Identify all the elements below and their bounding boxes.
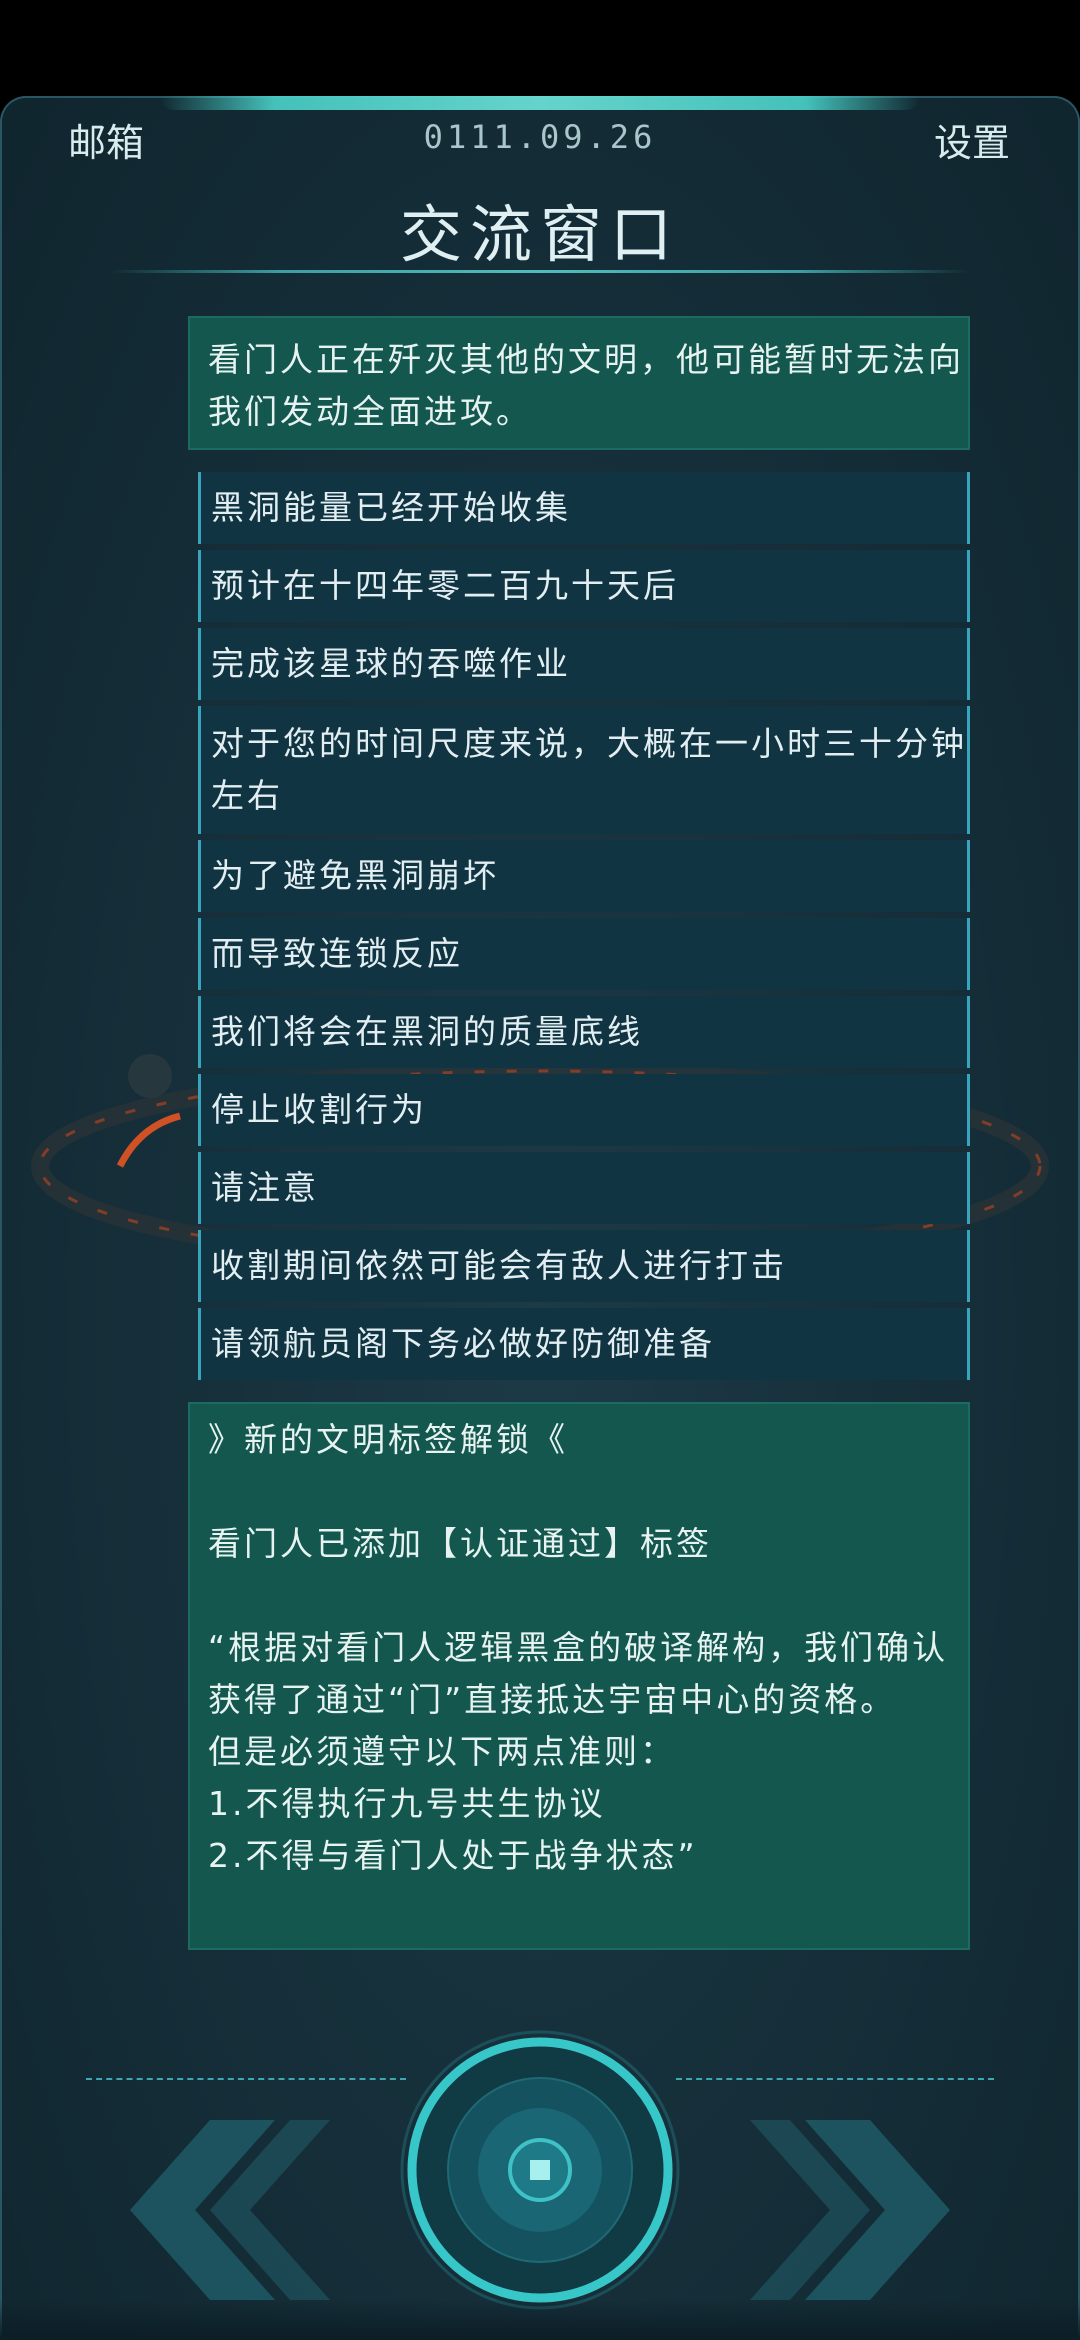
unlock-quote-line: 但是必须遵守以下两点准则： [208, 1732, 676, 1771]
message-list: 黑洞能量已经开始收集 预计在十四年零二百九十天后 完成该星球的吞噬作业 对于您的… [198, 472, 970, 1386]
unlock-rule: 1.不得执行九号共生协议 [208, 1784, 606, 1823]
game-date: 0111.09.26 [423, 118, 657, 156]
unlock-added-tag: 看门人已添加【认证通过】标签 [208, 1524, 712, 1563]
unlock-heading: 》新的文明标签解锁《 [208, 1420, 568, 1459]
message-item: 收割期间依然可能会有敌人进行打击 [198, 1230, 970, 1302]
message-item: 为了避免黑洞崩坏 [198, 840, 970, 912]
game-screen: 邮箱 0111.09.26 设置 交流窗口 看门人正在歼灭其他的文明，他可能暂时… [0, 0, 1080, 2340]
double-chevron-left-icon[interactable] [100, 2110, 330, 2310]
message-item: 请领航员阁下务必做好防御准备 [198, 1308, 970, 1380]
unlock-message: 》新的文明标签解锁《 看门人已添加【认证通过】标签 “根据对看门人逻辑黑盒的破译… [188, 1402, 970, 1950]
message-item: 我们将会在黑洞的质量底线 [198, 996, 970, 1068]
message-item: 请注意 [198, 1152, 970, 1224]
double-chevron-right-icon[interactable] [750, 2110, 980, 2310]
unlock-rule: 2.不得与看门人处于战争状态” [208, 1836, 698, 1875]
title-divider [110, 270, 970, 273]
control-divider-left [86, 2078, 406, 2080]
intro-message: 看门人正在歼灭其他的文明，他可能暂时无法向我们发动全面进攻。 [188, 316, 970, 450]
message-item: 而导致连锁反应 [198, 918, 970, 990]
message-item: 对于您的时间尺度来说，大概在一小时三十分钟左右 [198, 706, 970, 834]
control-divider-right [676, 2078, 994, 2080]
page-title: 交流窗口 [399, 198, 680, 271]
bottom-edge [0, 2300, 1080, 2340]
message-item: 完成该星球的吞噬作业 [198, 628, 970, 700]
settings-button[interactable]: 设置 [934, 112, 1010, 167]
top-rim-glow [160, 96, 920, 110]
unlock-quote-line: “根据对看门人逻辑黑盒的破译解构，我们确认获得了通过“门”直接抵达宇宙中心的资格… [208, 1628, 949, 1719]
message-item: 预计在十四年零二百九十天后 [198, 550, 970, 622]
center-circle-button-icon[interactable] [400, 2030, 680, 2310]
message-item: 停止收割行为 [198, 1074, 970, 1146]
message-item: 黑洞能量已经开始收集 [198, 472, 970, 544]
